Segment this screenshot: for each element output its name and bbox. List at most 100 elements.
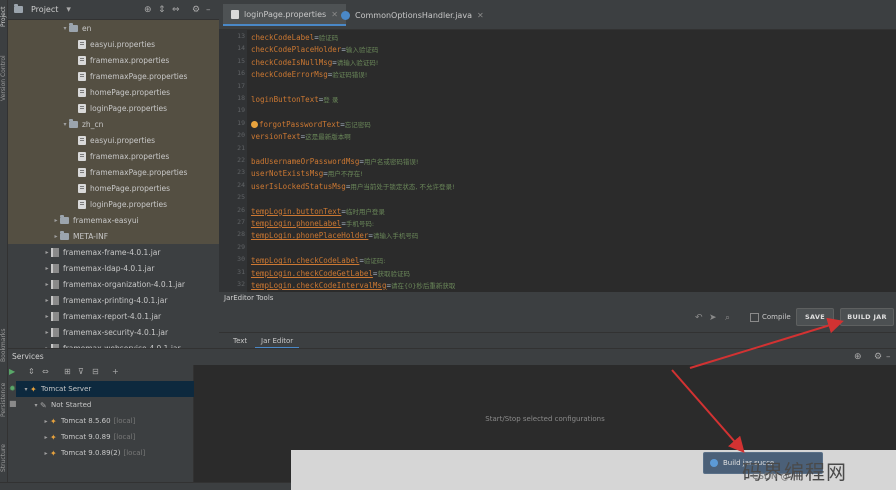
services-title: Services (12, 352, 44, 361)
add-icon[interactable]: + (112, 367, 119, 376)
tree-item[interactable]: homePage.properties (8, 84, 219, 100)
close-icon[interactable]: ✕ (477, 11, 484, 20)
properties-file-icon (78, 183, 86, 193)
code-line[interactable]: userNotExistsMsg=用户不存在! (251, 168, 363, 178)
code-line[interactable]: tempLogin.phoneLabel=手机号码: (251, 218, 374, 228)
code-line[interactable]: tempLogin.checkCodeIntervalMsg=请在{0}秒后重新… (251, 280, 455, 290)
code-editor[interactable]: checkCodeLabel=验证码 checkCodePlaceHolder=输… (247, 30, 896, 292)
service-item[interactable]: ▸ ✦ Tomcat 8.5.60 [local] (16, 413, 194, 429)
chevron-down-icon[interactable]: ▾ (22, 386, 30, 393)
chevron-down-icon[interactable]: ▾ (61, 25, 69, 32)
chevron-right-icon[interactable]: ▸ (42, 418, 50, 425)
tab-text[interactable]: Text (227, 333, 253, 349)
send-icon[interactable]: ➤ (709, 313, 717, 323)
undo-icon[interactable]: ↶ (695, 313, 703, 323)
tree-item[interactable]: homePage.properties (8, 180, 219, 196)
new-tab-icon[interactable]: ⊟ (92, 367, 99, 376)
crosshair-icon[interactable]: ⊕ (854, 349, 862, 365)
project-title[interactable]: Project (31, 5, 58, 14)
tree-item[interactable]: framemax.properties (8, 148, 219, 164)
run-icon[interactable]: ▶ (9, 367, 15, 376)
chevron-down-icon[interactable]: ▾ (32, 402, 40, 409)
service-item[interactable]: ▸ ✦ Tomcat 9.0.89 [local] (16, 429, 194, 445)
line-number: 22 (237, 156, 245, 164)
line-number-gutter: 13 14 15 16 17 18 19 19 20 21 22 23 24 25 26 27 28 29 30 31… (219, 30, 247, 292)
tree-item[interactable]: ▸ framemax-frame-4.0.1.jar (8, 244, 219, 260)
filter-icon[interactable]: ⊽ (78, 367, 84, 376)
tree-item[interactable]: loginPage.properties (8, 100, 219, 116)
property-value: 登 录 (323, 96, 339, 104)
service-item[interactable]: ▾ ✦ Tomcat Server (16, 381, 194, 397)
tab-common-options-handler[interactable]: CommonOptionsHandler.java ✕ (333, 4, 492, 26)
chevron-right-icon[interactable]: ▸ (43, 313, 51, 320)
compile-checkbox[interactable] (750, 313, 759, 322)
collapse-all-icon[interactable]: ⇔ (172, 5, 180, 15)
tool-tab-structure[interactable]: Structure (0, 440, 8, 476)
chevron-down-icon[interactable]: ▾ (66, 5, 71, 15)
tree-item[interactable]: ▸ framemax-report-4.0.1.jar (8, 308, 219, 324)
tree-item[interactable]: framemax.properties (8, 52, 219, 68)
chevron-right-icon[interactable]: ▸ (42, 450, 50, 457)
tool-tab-persistence[interactable]: Persistence (0, 380, 8, 420)
code-line[interactable]: checkCodeIsNullMsg=请输入验证码! (251, 57, 378, 67)
code-line[interactable]: tempLogin.phonePlaceHolder=请输入手机号码 (251, 230, 418, 240)
tree-item[interactable]: ▸ META-INF (8, 228, 219, 244)
code-line[interactable]: checkCodeErrorMsg=验证码错误! (251, 69, 367, 79)
chevron-right-icon[interactable]: ▸ (43, 249, 51, 256)
expand-all-icon[interactable]: ⇕ (158, 5, 166, 15)
gear-icon[interactable]: ⚙ (192, 5, 200, 15)
tree-item[interactable]: ▸ framemax-easyui (8, 212, 219, 228)
code-line[interactable]: userIsLockedStatusMsg=用户当前处于锁定状态, 不允许登录! (251, 181, 455, 191)
service-item[interactable]: ▾ ✎ Not Started (16, 397, 194, 413)
tree-item[interactable]: ▾ en (8, 20, 219, 36)
tree-item[interactable]: easyui.properties (8, 132, 219, 148)
code-line[interactable]: forgotPasswordText=忘记密码 (251, 119, 371, 129)
tab-login-page-properties[interactable]: loginPage.properties ✕ (223, 4, 346, 26)
minimize-icon[interactable]: – (206, 5, 211, 15)
code-line[interactable]: checkCodePlaceHolder=输入验证码 (251, 44, 378, 54)
chevron-right-icon[interactable]: ▸ (43, 265, 51, 272)
search-icon[interactable]: ⌕ (725, 313, 730, 323)
code-line[interactable]: tempLogin.buttonText=临时用户登录 (251, 206, 385, 216)
tree-item[interactable]: framemaxPage.properties (8, 164, 219, 180)
save-button[interactable]: SAVE (796, 308, 834, 326)
tree-item[interactable]: ▾ zh_cn (8, 116, 219, 132)
chevron-right-icon[interactable]: ▸ (52, 217, 60, 224)
code-line[interactable]: checkCodeLabel=验证码 (251, 32, 338, 42)
tree-item[interactable]: ▸ framemax-organization-4.0.1.jar (8, 276, 219, 292)
property-value: 这是最新版本啊 (305, 133, 351, 142)
lightbulb-icon[interactable] (251, 120, 258, 128)
tree-item[interactable]: ▸ framemax-security-4.0.1.jar (8, 324, 219, 340)
chevron-right-icon[interactable]: ▸ (52, 233, 60, 240)
code-line[interactable]: tempLogin.checkCodeGetLabel=获取验证码 (251, 268, 410, 278)
tool-tab-bookmarks[interactable]: Bookmarks (0, 325, 8, 365)
code-line[interactable]: loginButtonText=登 录 (251, 94, 338, 104)
property-key: checkCodePlaceHolder (251, 45, 342, 55)
line-number: 16 (237, 69, 245, 78)
group-icon[interactable]: ⊞ (64, 367, 71, 376)
tree-item[interactable]: ▸ framemax-ldap-4.0.1.jar (8, 260, 219, 276)
chevron-right-icon[interactable]: ▸ (42, 434, 50, 441)
tree-item[interactable]: easyui.properties (8, 36, 219, 52)
chevron-down-icon[interactable]: ▾ (61, 121, 69, 128)
build-jar-button[interactable]: BUILD JAR (840, 308, 894, 326)
code-line[interactable]: tempLogin.checkCodeLabel=验证码: (251, 255, 386, 265)
expand-all-icon[interactable]: ⇕ (28, 367, 35, 376)
code-line[interactable]: versionText=这是最新版本啊 (251, 131, 351, 141)
chevron-right-icon[interactable]: ▸ (43, 297, 51, 304)
tree-item[interactable]: framemaxPage.properties (8, 68, 219, 84)
minimize-icon[interactable]: – (886, 349, 891, 365)
chevron-right-icon[interactable]: ▸ (43, 329, 51, 336)
tree-item[interactable]: loginPage.properties (8, 196, 219, 212)
debug-icon[interactable]: ✹ (9, 384, 16, 393)
chevron-right-icon[interactable]: ▸ (43, 281, 51, 288)
collapse-all-icon[interactable]: ⇔ (42, 367, 49, 376)
tool-tab-project[interactable]: Project (0, 6, 8, 28)
tab-jar-editor[interactable]: Jar Editor (255, 333, 300, 349)
locate-icon[interactable]: ⊕ (144, 5, 152, 15)
tree-item[interactable]: ▸ framemax-printing-4.0.1.jar (8, 292, 219, 308)
code-line[interactable]: badUsernameOrPasswordMsg=用户名或密码错误! (251, 156, 419, 166)
tool-tab-version-control[interactable]: Version Control (0, 50, 8, 106)
gear-icon[interactable]: ⚙ (874, 349, 882, 365)
service-item[interactable]: ▸ ✦ Tomcat 9.0.89(2) [local] (16, 445, 194, 461)
